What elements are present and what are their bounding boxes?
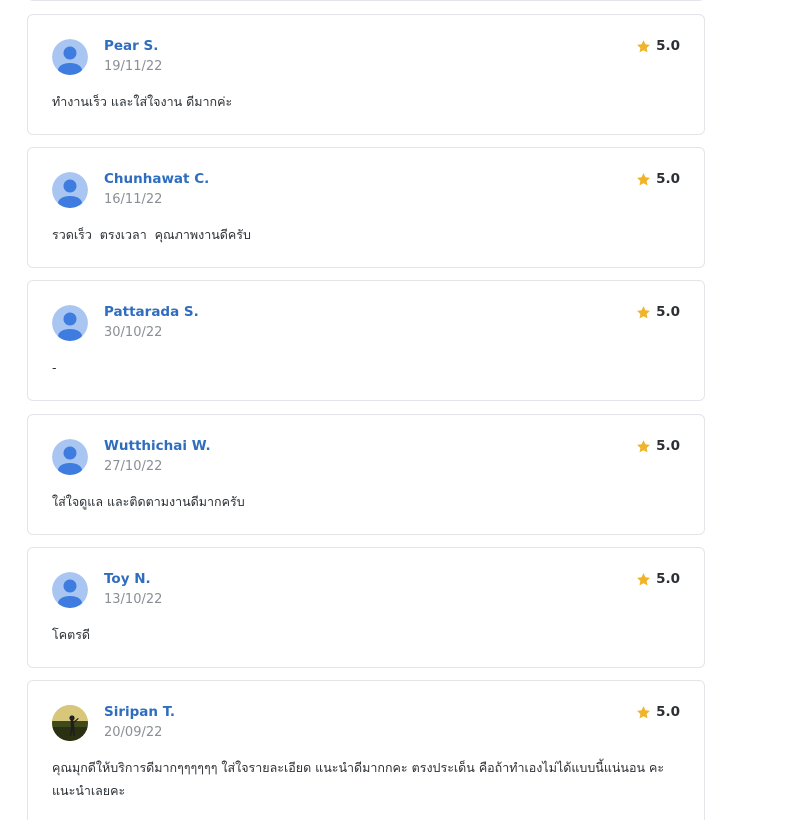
- review-card: Chunhawat C. 16/11/22 5.0 รวดเร็ว ตรงเวล…: [27, 147, 705, 268]
- avatar[interactable]: [52, 439, 88, 475]
- user-icon: [52, 305, 88, 341]
- review-comment: รวดเร็ว ตรงเวลา คุณภาพงานดีครับ: [52, 227, 251, 242]
- review-date: 13/10/22: [104, 592, 163, 607]
- rating: 5.0: [636, 171, 680, 187]
- user-icon: [52, 439, 88, 475]
- rating: 5.0: [636, 571, 680, 587]
- review-comment: ใส่ใจดูแล และติดตามงานดีมากครับ: [52, 494, 245, 509]
- rating-score: 5.0: [656, 571, 680, 587]
- reviewer-name[interactable]: Wutthichai W.: [104, 438, 211, 454]
- review-date: 19/11/22: [104, 59, 163, 74]
- user-icon: [52, 172, 88, 208]
- review-date: 27/10/22: [104, 459, 163, 474]
- rating-score: 5.0: [656, 704, 680, 720]
- avatar[interactable]: [52, 572, 88, 608]
- reviewer-name[interactable]: Chunhawat C.: [104, 171, 209, 187]
- avatar[interactable]: [52, 705, 88, 741]
- user-icon: [52, 572, 88, 608]
- review-card: Wutthichai W. 27/10/22 5.0 ใส่ใจดูแล และ…: [27, 414, 705, 535]
- review-date: 30/10/22: [104, 325, 163, 340]
- star-icon: [637, 39, 651, 52]
- review-list: Pear S. 19/11/22 5.0 ทำงานเร็ว และใส่ใจง…: [0, 0, 789, 820]
- rating: 5.0: [636, 438, 680, 454]
- profile-photo-icon: [52, 705, 88, 741]
- review-date: 16/11/22: [104, 192, 163, 207]
- star-icon: [637, 572, 651, 585]
- review-card-partial: [27, 0, 705, 1]
- review-card: Toy N. 13/10/22 5.0 โคตรดี: [27, 547, 705, 668]
- review-comment: ทำงานเร็ว และใส่ใจงาน ดีมากค่ะ: [52, 94, 233, 109]
- reviewer-name[interactable]: Siripan T.: [104, 704, 175, 720]
- star-icon: [637, 439, 651, 452]
- avatar[interactable]: [52, 39, 88, 75]
- avatar[interactable]: [52, 305, 88, 341]
- star-icon: [637, 172, 651, 185]
- review-comment: โคตรดี: [52, 627, 91, 642]
- user-icon: [52, 39, 88, 75]
- reviewer-name[interactable]: Pattarada S.: [104, 304, 199, 320]
- review-comment: -: [52, 360, 57, 375]
- rating-score: 5.0: [656, 304, 680, 320]
- rating-score: 5.0: [656, 438, 680, 454]
- star-icon: [637, 705, 651, 718]
- review-card: Pear S. 19/11/22 5.0 ทำงานเร็ว และใส่ใจง…: [27, 14, 705, 135]
- star-icon: [637, 305, 651, 318]
- avatar[interactable]: [52, 172, 88, 208]
- review-comment: คุณมุกดีให้บริการดีมากๆๆๆๆๆๆ ใส่ใจรายละเ…: [52, 760, 665, 798]
- reviewer-name[interactable]: Pear S.: [104, 38, 158, 54]
- review-date: 20/09/22: [104, 725, 163, 740]
- rating: 5.0: [636, 704, 680, 720]
- reviewer-name[interactable]: Toy N.: [104, 571, 151, 587]
- rating-score: 5.0: [656, 38, 680, 54]
- rating-score: 5.0: [656, 171, 680, 187]
- rating: 5.0: [636, 38, 680, 54]
- review-card: Siripan T. 20/09/22 5.0 คุณมุกดีให้บริกา…: [27, 680, 705, 820]
- review-card: Pattarada S. 30/10/22 5.0 -: [27, 280, 705, 401]
- rating: 5.0: [636, 304, 680, 320]
